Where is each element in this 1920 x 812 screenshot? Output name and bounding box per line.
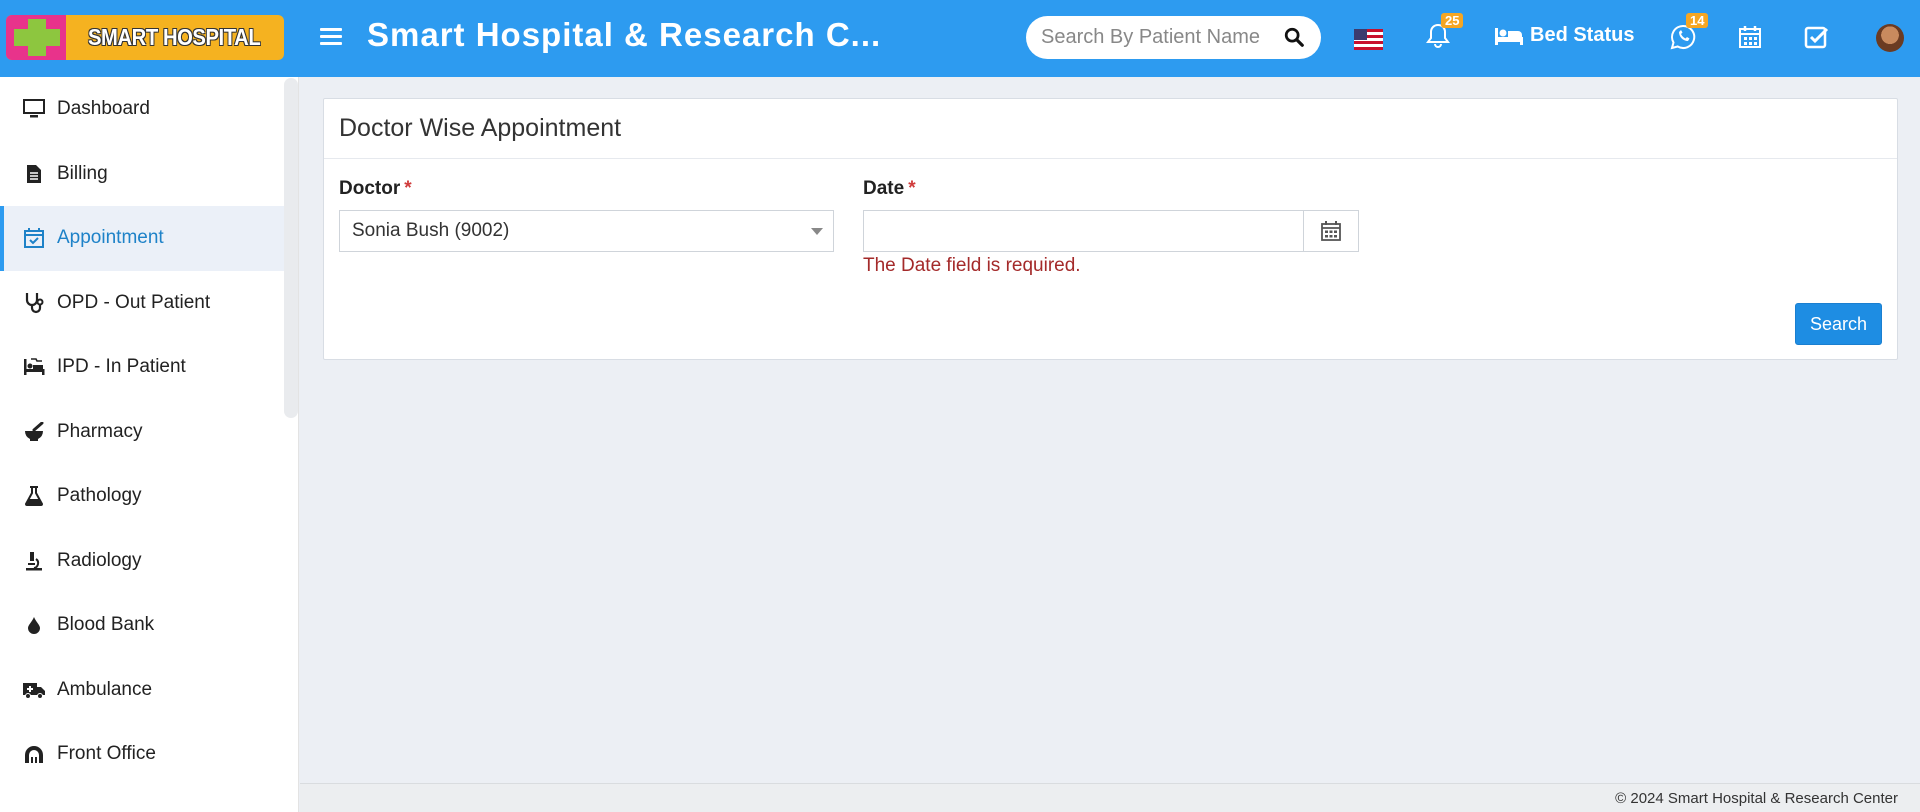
sidebar-item-label: Front Office [57, 743, 156, 765]
sidebar: Dashboard Billing Appointment OPD - Out … [0, 77, 299, 812]
sidebar-item-label: Billing [57, 162, 108, 184]
whatsapp-button[interactable]: 14 [1670, 13, 1709, 55]
footer: © 2024 Smart Hospital & Research Center [300, 783, 1920, 812]
notifications-button[interactable]: 25 [1426, 13, 1464, 54]
sidebar-item-label: Radiology [57, 549, 142, 571]
sidebar-item-label: Ambulance [57, 678, 153, 700]
app-logo[interactable]: SMART HOSPITAL [6, 15, 284, 60]
bed-status-label: Bed Status [1530, 24, 1635, 46]
sidebar-item-opd[interactable]: OPD - Out Patient [0, 271, 298, 336]
sidebar-item-pathology[interactable]: Pathology [0, 464, 298, 529]
doctor-selected-value: Sonia Bush (9002) [352, 220, 510, 241]
patient-search-box [1026, 16, 1321, 59]
document-icon [22, 162, 46, 186]
date-field [863, 210, 1304, 252]
ambulance-icon [22, 678, 46, 702]
dungeon-icon [22, 742, 46, 766]
date-label: Date * [863, 178, 916, 200]
calendar-check-icon [22, 226, 46, 250]
sidebar-item-blood-bank[interactable]: Blood Bank [0, 593, 298, 658]
procedures-icon [22, 355, 46, 379]
bed-icon [1495, 27, 1523, 45]
sidebar-item-label: Blood Bank [57, 614, 155, 636]
calendar-button[interactable] [1738, 25, 1762, 54]
required-mark: * [404, 178, 412, 199]
mortar-pestle-icon [22, 420, 46, 444]
sidebar-item-label: IPD - In Patient [57, 356, 186, 378]
doctor-label: Doctor * [339, 178, 412, 200]
medical-cross-icon [6, 15, 67, 60]
sidebar-item-appointment[interactable]: Appointment [0, 206, 298, 271]
us-flag-icon[interactable] [1354, 29, 1383, 50]
sidebar-item-billing[interactable]: Billing [0, 142, 298, 207]
chevron-down-icon [811, 228, 823, 235]
sidebar-item-label: Dashboard [57, 98, 150, 120]
sidebar-scrollbar[interactable] [284, 78, 298, 418]
bed-status-button[interactable]: Bed Status [1494, 24, 1634, 47]
doctor-label-text: Doctor [339, 178, 401, 199]
sidebar-item-ipd[interactable]: IPD - In Patient [0, 335, 298, 400]
date-label-text: Date [863, 178, 905, 199]
date-input[interactable] [864, 211, 1303, 251]
sidebar-item-front-office[interactable]: Front Office [0, 722, 298, 787]
date-error-message: The Date field is required. [863, 255, 1081, 276]
sidebar-item-dashboard[interactable]: Dashboard [0, 77, 298, 142]
page-title: Doctor Wise Appointment [324, 99, 1897, 159]
sidebar-item-pharmacy[interactable]: Pharmacy [0, 400, 298, 465]
doctor-wise-appointment-panel: Doctor Wise Appointment Doctor * Sonia Bu… [323, 98, 1898, 360]
copyright-text: © 2024 Smart Hospital & Research Center [1615, 789, 1898, 807]
sidebar-item-label: Pathology [57, 485, 142, 507]
calendar-icon [1739, 26, 1761, 48]
avatar[interactable] [1876, 24, 1904, 52]
date-picker-button[interactable] [1303, 210, 1359, 252]
notification-count-badge: 25 [1441, 13, 1464, 28]
tasks-button[interactable] [1804, 25, 1830, 54]
whatsapp-count-badge: 14 [1686, 13, 1709, 28]
stethoscope-icon [22, 291, 46, 315]
patient-search-input[interactable] [1041, 26, 1271, 49]
sidebar-item-ambulance[interactable]: Ambulance [0, 658, 298, 723]
app-title: Smart Hospital & Research C... [367, 16, 882, 53]
menu-icon[interactable] [320, 28, 342, 48]
search-icon[interactable] [1283, 26, 1305, 48]
sidebar-item-label: Appointment [57, 227, 164, 249]
top-navbar: SMART HOSPITAL Smart Hospital & Research… [0, 0, 1920, 77]
calendar-icon [1321, 221, 1341, 241]
doctor-select[interactable]: Sonia Bush (9002) [339, 210, 834, 252]
logo-text: SMART HOSPITAL [88, 24, 261, 50]
flask-icon [22, 484, 46, 508]
task-check-icon [1804, 26, 1829, 49]
required-mark: * [908, 178, 916, 199]
sidebar-item-label: OPD - Out Patient [57, 291, 211, 313]
microscope-icon [22, 549, 46, 573]
sidebar-item-radiology[interactable]: Radiology [0, 529, 298, 594]
monitor-icon [22, 97, 46, 121]
search-button[interactable]: Search [1795, 303, 1882, 345]
sidebar-item-label: Pharmacy [57, 420, 143, 442]
blood-drop-icon [22, 613, 46, 637]
